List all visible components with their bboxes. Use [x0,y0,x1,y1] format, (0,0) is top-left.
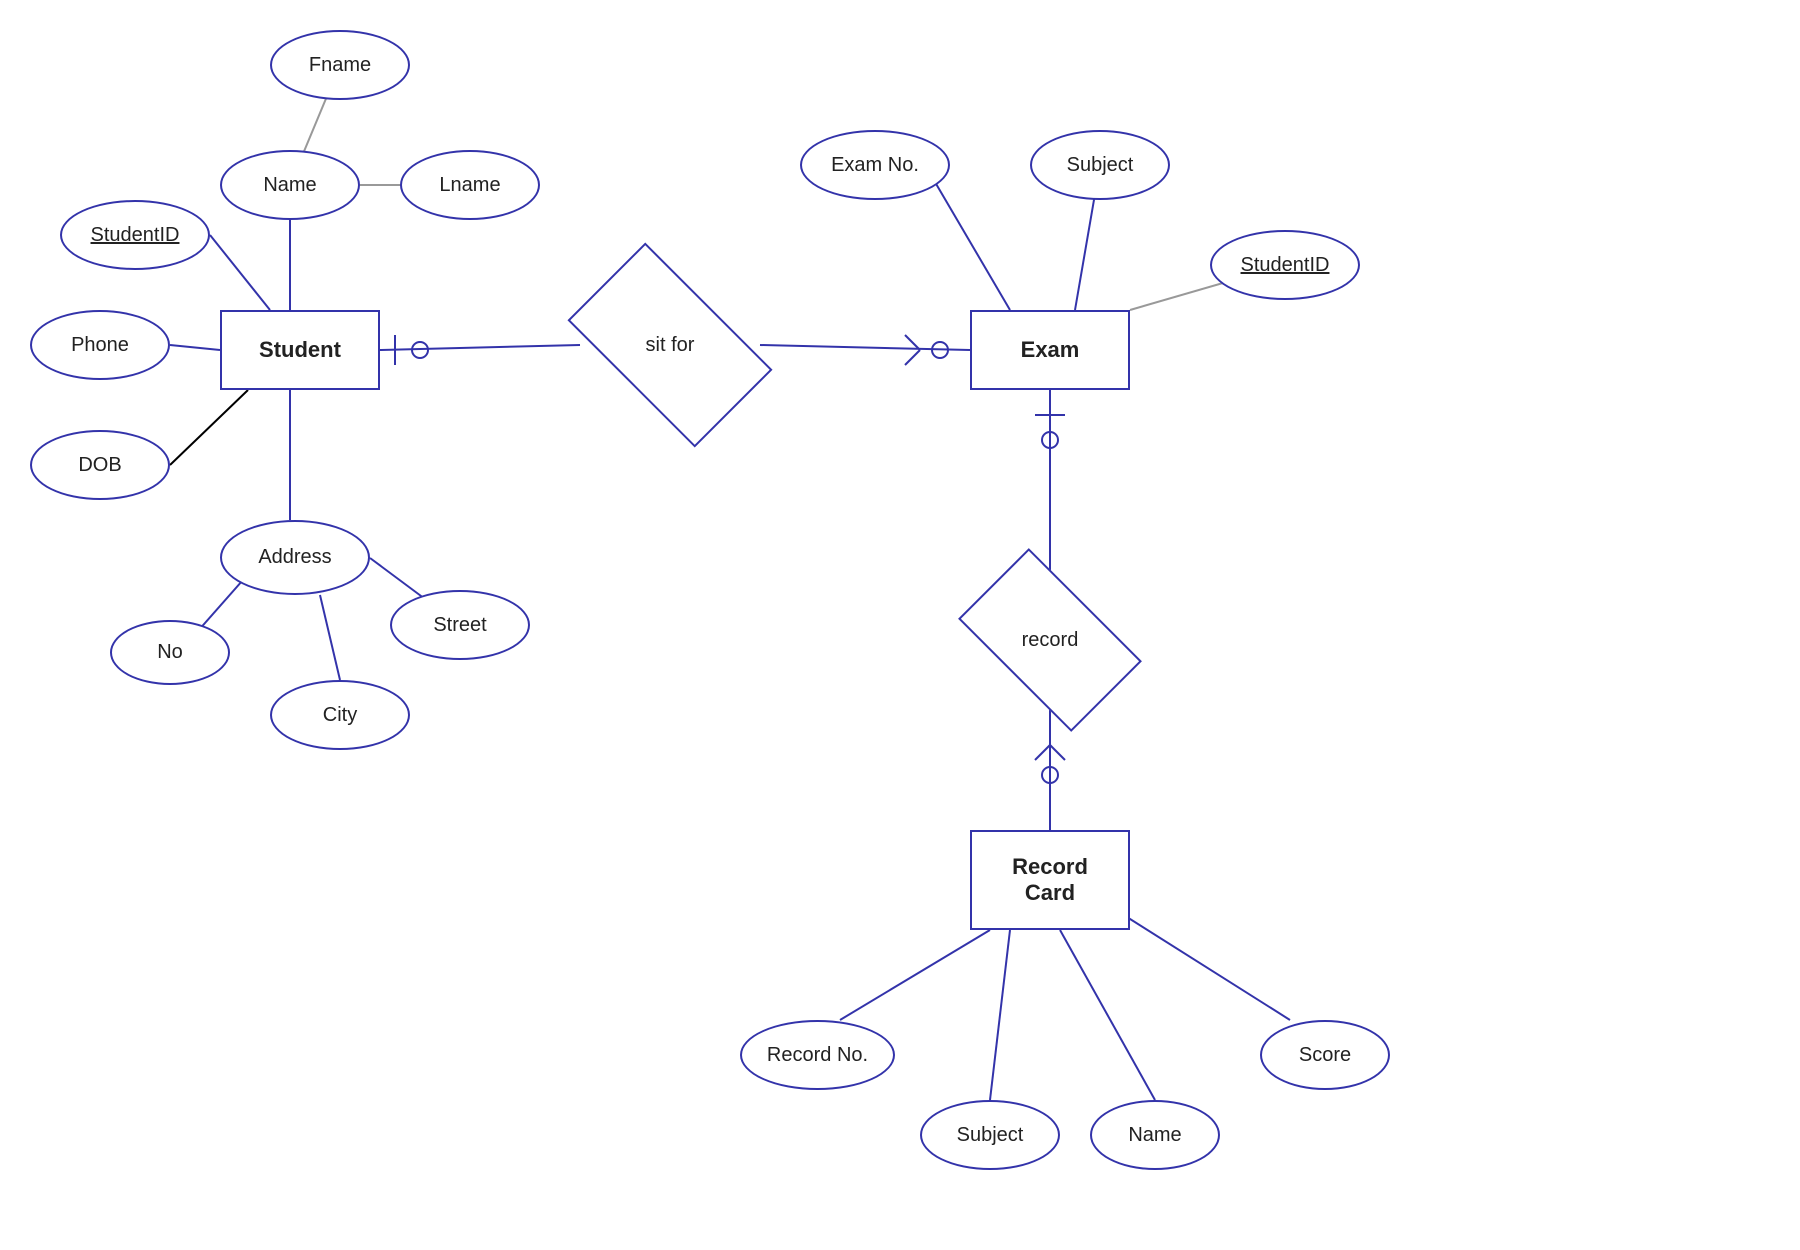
entity-student: Student [220,310,380,390]
ellipse-name-rc: Name [1090,1100,1220,1170]
diagram-container: Student Exam RecordCard sit for record F… [0,0,1800,1250]
ellipse-studentid2: StudentID [1210,230,1360,300]
ellipse-record-no: Record No. [740,1020,895,1090]
entity-exam: Exam [970,310,1130,390]
ellipse-subject-rc: Subject [920,1100,1060,1170]
ellipse-lname: Lname [400,150,540,220]
diamond-sit-for: sit for [580,290,760,400]
ellipse-studentid: StudentID [60,200,210,270]
ellipse-city: City [270,680,410,750]
ellipse-dob: DOB [30,430,170,500]
ellipse-score: Score [1260,1020,1390,1090]
ellipse-subject-exam: Subject [1030,130,1170,200]
ellipse-no: No [110,620,230,685]
ellipse-name: Name [220,150,360,220]
ellipse-phone: Phone [30,310,170,380]
ellipse-exam-no: Exam No. [800,130,950,200]
ellipse-street: Street [390,590,530,660]
entity-record-card: RecordCard [970,830,1130,930]
ellipse-address: Address [220,520,370,595]
ellipse-fname: Fname [270,30,410,100]
diamond-record: record [970,590,1130,690]
